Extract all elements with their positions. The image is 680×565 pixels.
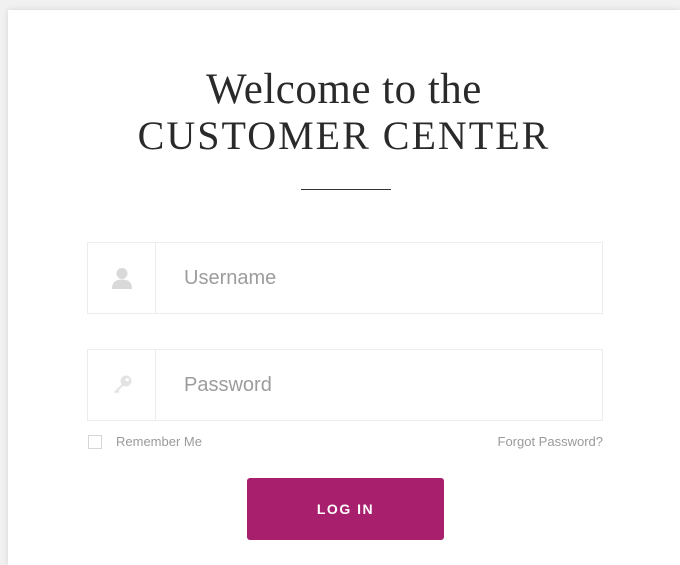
password-input[interactable] [184,350,584,420]
title-divider [301,189,391,190]
username-icon-cell [88,243,156,313]
remember-me[interactable]: Remember Me [88,434,202,449]
title-line-2: CUSTOMER CENTER [137,113,551,158]
password-field [87,349,603,421]
forgot-password-link[interactable]: Forgot Password? [498,434,604,449]
login-card: Welcome to the CUSTOMER CENTER Remember … [8,10,680,565]
title-line-1: Welcome to the [206,66,482,113]
username-input[interactable] [184,243,584,313]
password-icon-cell [88,350,156,420]
remember-me-label[interactable]: Remember Me [116,434,202,449]
user-icon [111,268,132,289]
remember-me-checkbox[interactable] [88,434,102,449]
key-icon [113,375,131,394]
login-button[interactable]: LOG IN [247,478,444,540]
username-field [87,242,603,314]
